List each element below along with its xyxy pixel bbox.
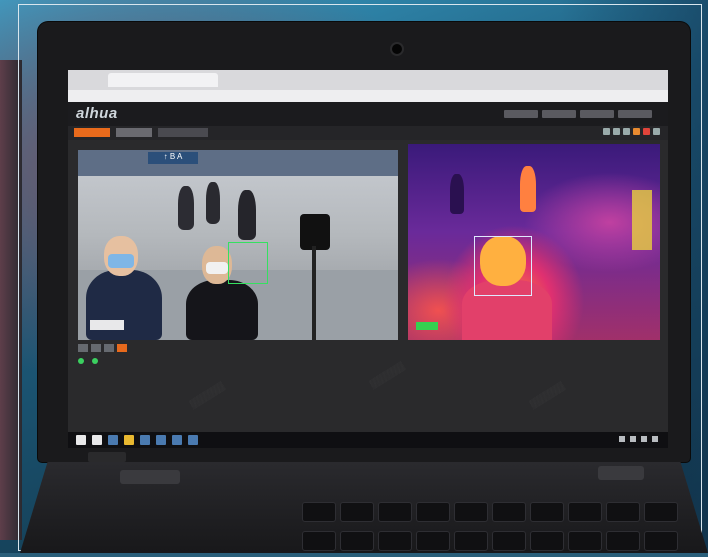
clock[interactable] — [641, 436, 647, 442]
header-tab[interactable] — [504, 110, 538, 118]
header-tab[interactable] — [542, 110, 576, 118]
face-mask — [206, 262, 228, 274]
brand-logo: alhua — [76, 105, 118, 122]
key — [568, 530, 602, 551]
temperature-detection-box — [474, 236, 532, 296]
channel-select[interactable] — [158, 128, 208, 137]
control-button[interactable] — [91, 344, 101, 352]
thermal-overlay-panel — [632, 190, 652, 250]
background-person — [238, 190, 256, 240]
status-indicator — [416, 322, 438, 330]
key — [606, 530, 640, 551]
hinge-right — [598, 466, 644, 480]
watermark: ▒▒▒▒▒▒ — [368, 360, 407, 390]
key — [454, 502, 488, 522]
webcam — [392, 44, 402, 54]
background-person — [178, 186, 194, 230]
key — [378, 502, 412, 522]
key — [416, 502, 450, 522]
key — [530, 502, 564, 522]
laptop-brand-plate — [88, 452, 126, 462]
app-icon[interactable] — [188, 435, 198, 445]
control-button-active[interactable] — [117, 344, 127, 352]
background-person — [206, 182, 220, 224]
browser-tab[interactable] — [108, 73, 218, 87]
header-tabs — [504, 110, 652, 118]
windows-taskbar — [68, 432, 668, 448]
keyboard — [300, 500, 704, 557]
visible-camera-pane[interactable]: ↑ B A — [78, 150, 398, 340]
status-item — [78, 358, 86, 366]
thermal-person — [450, 174, 464, 214]
tool-icon[interactable] — [623, 128, 630, 135]
tool-icon[interactable] — [633, 128, 640, 135]
key — [378, 530, 412, 551]
status-item — [92, 358, 100, 366]
windows-start-icon[interactable] — [76, 435, 86, 445]
view-button[interactable] — [116, 128, 152, 137]
key — [454, 530, 488, 551]
control-button[interactable] — [104, 344, 114, 352]
task-view-icon[interactable] — [108, 435, 118, 445]
mail-icon[interactable] — [172, 435, 182, 445]
browser-icon[interactable] — [140, 435, 150, 445]
key — [568, 502, 602, 522]
address-bar[interactable] — [68, 90, 668, 102]
watermark: ▒▒▒▒▒▒ — [188, 380, 227, 410]
playback-controls — [78, 344, 127, 352]
system-tray — [619, 436, 658, 442]
key — [302, 530, 336, 551]
key — [340, 502, 374, 522]
tool-icon[interactable] — [613, 128, 620, 135]
face-mask — [108, 254, 134, 268]
key — [340, 530, 374, 551]
station-ceiling — [78, 150, 398, 176]
header-tab[interactable] — [580, 110, 614, 118]
header-tab[interactable] — [618, 110, 652, 118]
person-right-body — [186, 280, 258, 340]
toolbar — [68, 126, 668, 140]
active-view-button[interactable] — [74, 128, 110, 137]
app-header: alhua — [68, 102, 668, 127]
key — [492, 502, 526, 522]
key — [606, 502, 640, 522]
thermal-camera-pane[interactable] — [408, 144, 660, 340]
control-button[interactable] — [78, 344, 88, 352]
key — [416, 530, 450, 551]
key — [492, 530, 526, 551]
alarm-icon[interactable] — [643, 128, 650, 135]
hinge-left — [120, 470, 180, 484]
network-tray-icon[interactable] — [619, 436, 625, 442]
tool-icon[interactable] — [653, 128, 660, 135]
key — [530, 530, 564, 551]
laptop-screen: alhua ↑ B A ▒▒▒▒▒▒ ▒▒▒▒▒▒ ▒▒▒▒▒▒ — [68, 70, 668, 448]
key — [302, 502, 336, 522]
tool-icon[interactable] — [603, 128, 610, 135]
toolbar-icons — [603, 128, 660, 135]
watermark: ▒▒▒▒▒▒ — [528, 380, 567, 410]
station-sign: ↑ B A — [148, 152, 198, 164]
status-row — [78, 358, 100, 366]
face-detection-box — [228, 242, 268, 284]
browser-tab-bar — [68, 70, 668, 90]
thermal-camera-device — [300, 214, 330, 250]
taskbar-icons — [76, 435, 198, 445]
search-icon[interactable] — [92, 435, 102, 445]
notification-icon[interactable] — [652, 436, 658, 442]
id-badge — [90, 320, 124, 330]
file-explorer-icon[interactable] — [124, 435, 134, 445]
key — [644, 502, 678, 522]
volume-tray-icon[interactable] — [630, 436, 636, 442]
thermal-person — [520, 166, 536, 212]
tripod-leg — [312, 246, 316, 340]
app-icon[interactable] — [156, 435, 166, 445]
key — [644, 530, 678, 551]
